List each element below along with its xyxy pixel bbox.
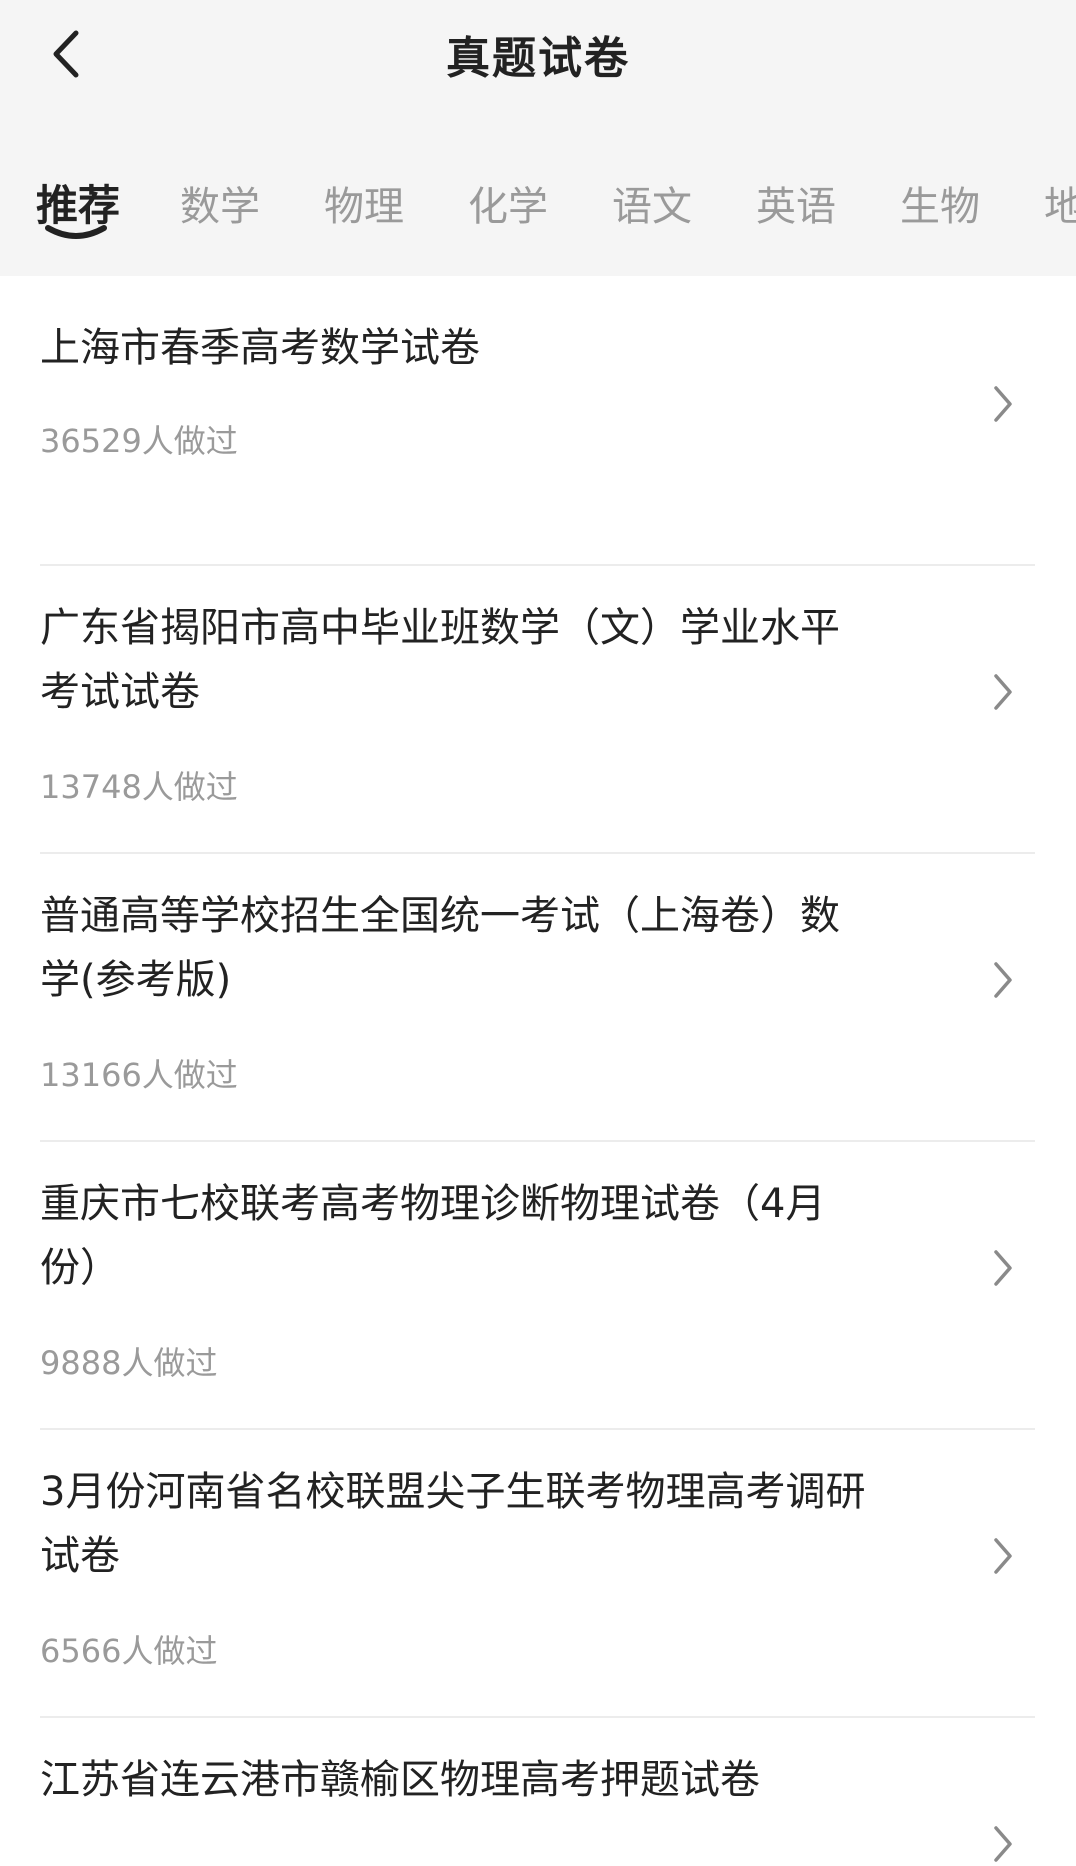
attempt-count: 36529人做过: [40, 422, 238, 460]
paper-title: 重庆市七校联考高考物理诊断物理试卷（4月: [40, 1181, 826, 1227]
tab-biology[interactable]: 生物: [900, 174, 980, 232]
tab-geography[interactable]: 地: [1044, 174, 1076, 232]
paper-title: 江苏省连云港市赣榆区物理高考押题试卷: [40, 1757, 760, 1803]
top-bar: 真题试卷 推荐 数学 物理 化学 语文 英语 生物 地: [0, 0, 1076, 276]
list-item[interactable]: 3月份河南省名校联盟尖子生联考物理高考调研 试卷 6566人做过: [0, 1430, 1076, 1718]
list-item[interactable]: 广东省揭阳市高中毕业班数学（文）学业水平 考试试卷 13748人做过: [0, 566, 1076, 854]
paper-title-continued: 考试试卷: [40, 669, 200, 715]
attempt-count: 6566人做过: [40, 1632, 218, 1670]
tab-chemistry[interactable]: 化学: [468, 174, 548, 232]
attempt-count: 13748人做过: [40, 768, 238, 806]
attempt-count: 13166人做过: [40, 1056, 238, 1094]
attempt-count: 9888人做过: [40, 1344, 218, 1382]
active-tab-indicator: [45, 225, 107, 239]
list-item[interactable]: 江苏省连云港市赣榆区物理高考押题试卷: [0, 1718, 1076, 1862]
chevron-right-icon: [994, 1250, 1012, 1286]
chevron-right-icon: [994, 386, 1012, 422]
subject-tab-bar: 推荐 数学 物理 化学 语文 英语 生物 地: [0, 160, 1076, 260]
list-item[interactable]: 上海市春季高考数学试卷 36529人做过: [0, 276, 1076, 566]
tab-physics[interactable]: 物理: [324, 174, 404, 232]
paper-title: 广东省揭阳市高中毕业班数学（文）学业水平: [40, 605, 840, 651]
chevron-right-icon: [994, 674, 1012, 710]
page-title: 真题试卷: [446, 33, 630, 84]
chevron-right-icon: [994, 1826, 1012, 1862]
paper-title: 上海市春季高考数学试卷: [40, 325, 480, 371]
paper-title-continued: 学(参考版): [40, 957, 232, 1003]
paper-title: 3月份河南省名校联盟尖子生联考物理高考调研: [40, 1469, 866, 1515]
list-item[interactable]: 重庆市七校联考高考物理诊断物理试卷（4月 份） 9888人做过: [0, 1142, 1076, 1430]
tab-math[interactable]: 数学: [180, 174, 260, 232]
chevron-right-icon: [994, 1538, 1012, 1574]
paper-title-continued: 试卷: [40, 1533, 120, 1579]
chevron-right-icon: [994, 962, 1012, 998]
tab-chinese[interactable]: 语文: [612, 174, 692, 232]
paper-title: 普通高等学校招生全国统一考试（上海卷）数: [40, 893, 840, 939]
tab-english[interactable]: 英语: [756, 174, 836, 232]
list-item[interactable]: 普通高等学校招生全国统一考试（上海卷）数 学(参考版) 13166人做过: [0, 854, 1076, 1142]
paper-title-continued: 份）: [40, 1245, 120, 1291]
